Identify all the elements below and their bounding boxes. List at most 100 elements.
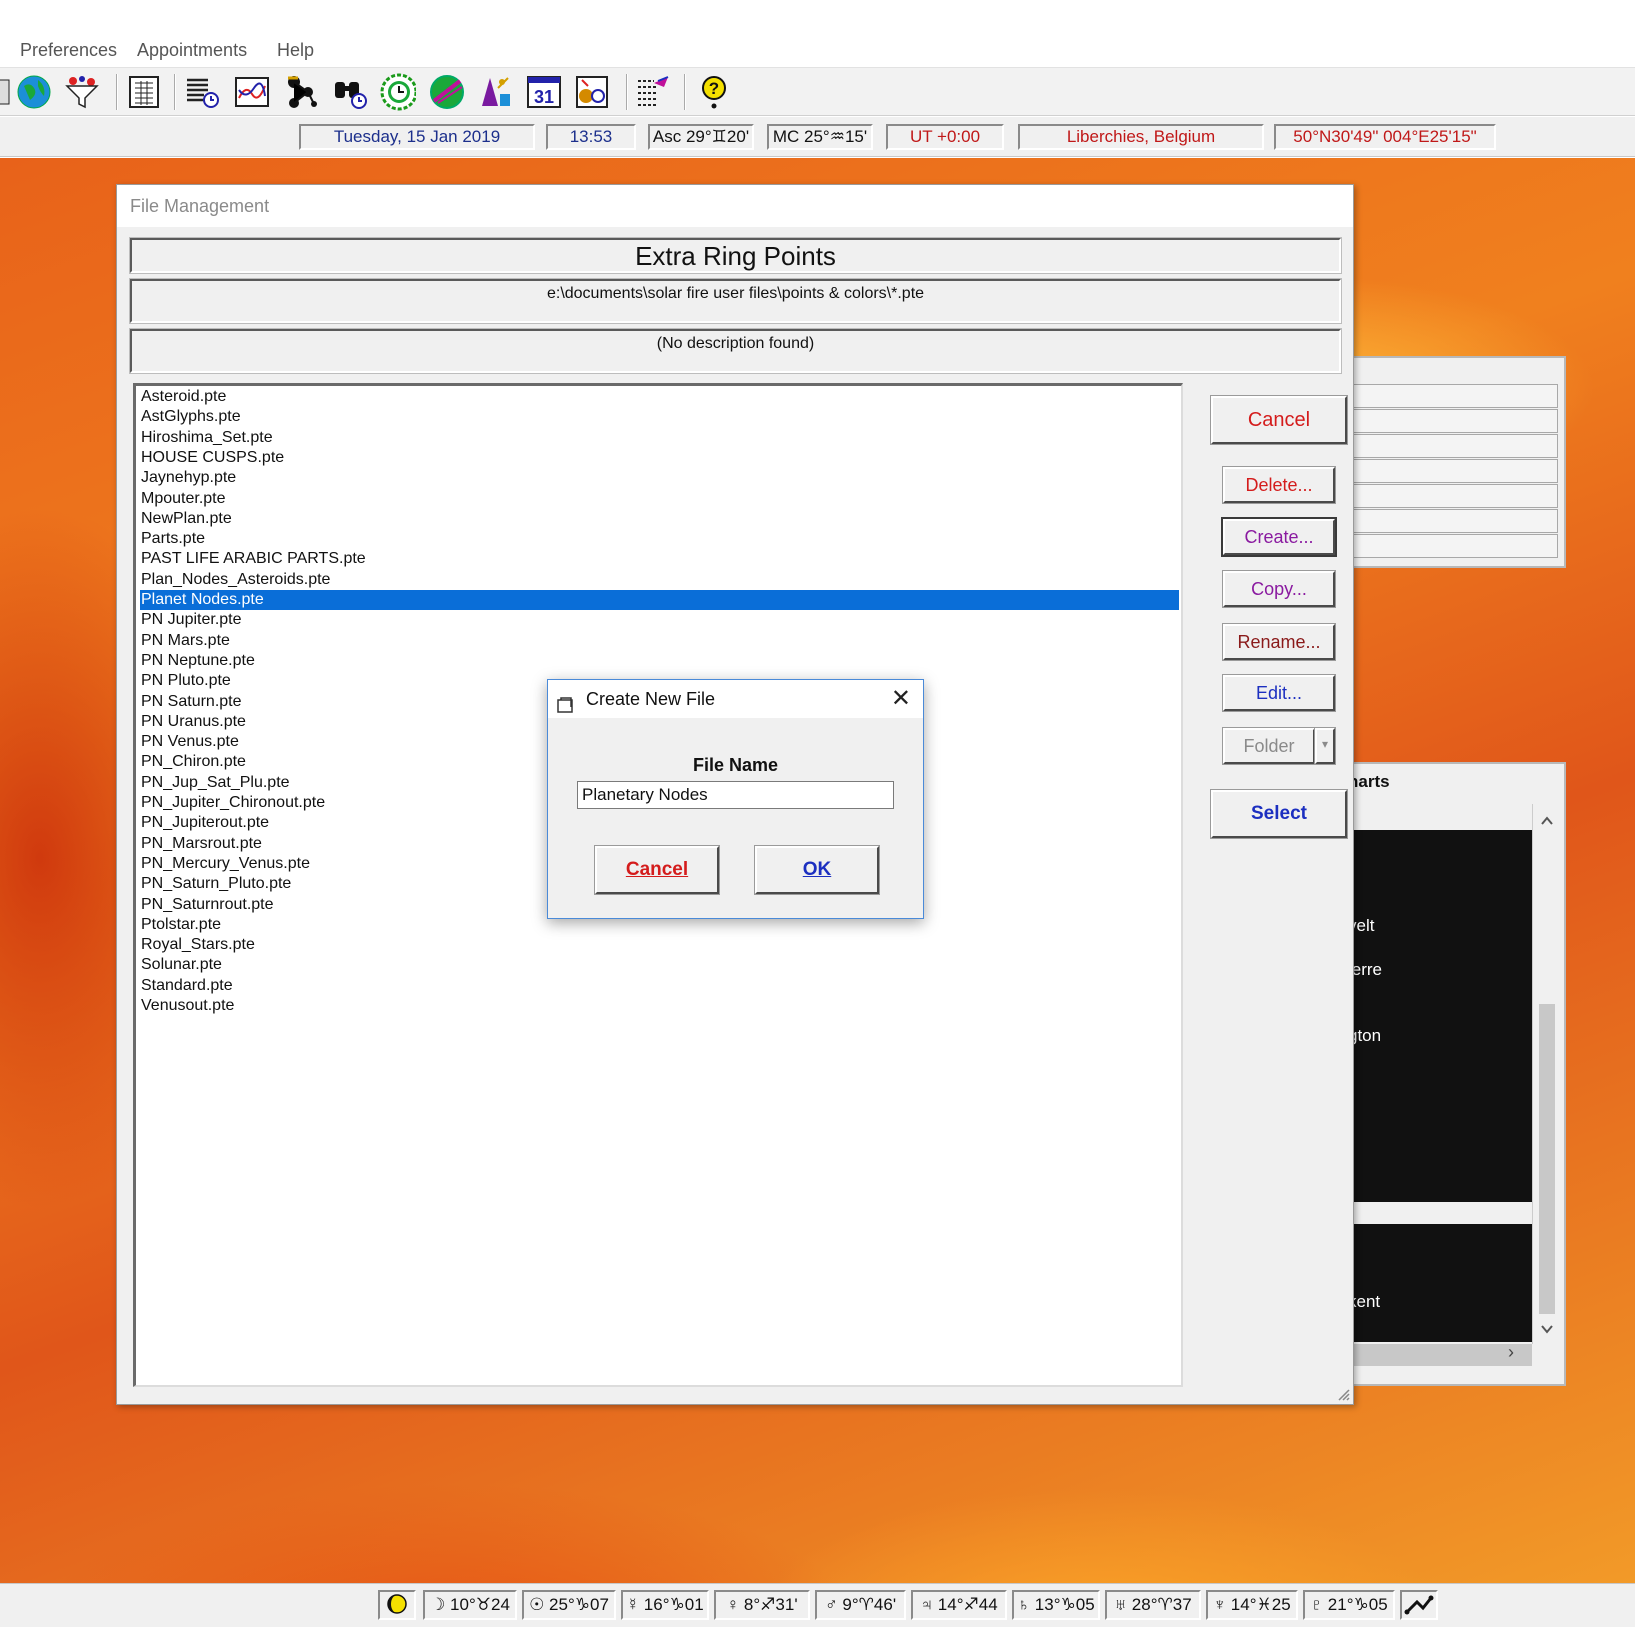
file-path: e:\documents\solar fire user files\point… xyxy=(129,278,1342,324)
mars-position[interactable]: ♂ 9°♈46' xyxy=(815,1590,906,1620)
app-icon xyxy=(556,690,576,728)
toolbar-separator xyxy=(174,74,176,110)
file-name-input[interactable] xyxy=(577,781,894,809)
binoculars-icon[interactable] xyxy=(332,74,368,110)
filter-icon[interactable] xyxy=(64,74,100,110)
ok-button[interactable]: OK xyxy=(754,845,880,895)
wizard-icon[interactable] xyxy=(478,74,514,110)
menu-bar: Preferences Appointments Help xyxy=(0,0,1635,68)
file-list-item[interactable]: NewPlan.pte xyxy=(140,509,1179,529)
create-button-label: Create... xyxy=(1244,527,1314,547)
chart-location[interactable]: Liberchies, Belgium xyxy=(1018,124,1264,150)
file-list-item[interactable]: Hiroshima_Set.pte xyxy=(140,428,1179,448)
file-list-item[interactable]: PN Jupiter.pte xyxy=(140,610,1179,630)
chart-date[interactable]: Tuesday, 15 Jan 2019 xyxy=(299,124,535,150)
timezone[interactable]: UT +0:00 xyxy=(886,124,1004,150)
panel-row xyxy=(1348,534,1558,558)
resize-grip-icon[interactable] xyxy=(1335,1386,1351,1402)
select-button-label: Select xyxy=(1251,803,1307,824)
menu-appointments[interactable]: Appointments xyxy=(137,40,247,61)
panel-row xyxy=(1348,434,1558,458)
select-button[interactable]: Select xyxy=(1210,789,1348,839)
moon-position[interactable]: ☽ 10°♉24 xyxy=(423,1590,517,1620)
file-list-item[interactable]: Jaynehyp.pte xyxy=(140,468,1179,488)
aspect-line-icon[interactable] xyxy=(1400,1590,1438,1620)
copy-button[interactable]: Copy... xyxy=(1222,570,1336,608)
close-icon[interactable]: ✕ xyxy=(891,680,911,718)
uranus-position[interactable]: ♅ 28°♈37 xyxy=(1105,1590,1201,1620)
file-list-item[interactable]: Plan_Nodes_Asteroids.pte xyxy=(140,570,1179,590)
file-list-item[interactable]: AstGlyphs.pte xyxy=(140,407,1179,427)
file-list-item[interactable]: PN Neptune.pte xyxy=(140,651,1179,671)
file-list-item[interactable]: Asteroid.pte xyxy=(140,387,1179,407)
toolbar-separator xyxy=(684,74,686,110)
graph-icon[interactable] xyxy=(234,74,270,110)
modal-cancel-label: Cancel xyxy=(625,859,689,880)
help-icon[interactable]: ? xyxy=(696,74,732,110)
folder-dropdown-button[interactable]: ▾ xyxy=(1314,727,1336,765)
charts-hscroll-thumb[interactable] xyxy=(1348,1344,1532,1366)
charts-list[interactable]: velt ierre gton xyxy=(1348,830,1532,1202)
spreadsheet-icon[interactable] xyxy=(126,74,162,110)
file-list-item[interactable]: Solunar.pte xyxy=(140,955,1179,975)
chart-time[interactable]: 13:53 xyxy=(546,124,636,150)
calc-icon[interactable] xyxy=(0,74,16,110)
copy-button-label: Copy... xyxy=(1251,579,1307,599)
chart-coordinates[interactable]: 50°N30'49" 004°E25'15" xyxy=(1274,124,1496,150)
file-list-item[interactable]: Parts.pte xyxy=(140,529,1179,549)
jupiter-position[interactable]: ♃ 14°♐44 xyxy=(911,1590,1007,1620)
file-list-item[interactable]: Royal_Stars.pte xyxy=(140,935,1179,955)
neptune-position[interactable]: ♆ 14°♓25 xyxy=(1206,1590,1298,1620)
delete-button-label: Delete... xyxy=(1245,475,1313,495)
listing-icon[interactable] xyxy=(184,74,220,110)
file-list-item[interactable]: PAST LIFE ARABIC PARTS.pte xyxy=(140,549,1179,569)
midheaven[interactable]: MC 25°♒15' xyxy=(767,124,873,150)
edit-button[interactable]: Edit... xyxy=(1222,674,1336,712)
charts-list-secondary[interactable]: kent xyxy=(1348,1224,1532,1342)
charts-panel: harts velt ierre gton kent › xyxy=(1346,762,1566,1386)
create-new-file-dialog: Create New File ✕ File Name Cancel OK xyxy=(547,679,924,919)
file-list-item[interactable]: Venusout.pte xyxy=(140,996,1179,1016)
modal-cancel-button[interactable]: Cancel xyxy=(594,845,720,895)
pluto-position[interactable]: ♇ 21°♑05 xyxy=(1303,1590,1395,1620)
dialog-title: File Management xyxy=(117,185,1353,227)
file-list-item[interactable]: Planet Nodes.pte xyxy=(140,590,1179,610)
help-icon-glyph: ? xyxy=(709,79,719,98)
menu-help[interactable]: Help xyxy=(277,40,314,61)
charts-scrollbar[interactable] xyxy=(1532,804,1562,1344)
globe-icon[interactable] xyxy=(16,74,52,110)
mercury-position[interactable]: ☿ 16°♑01 xyxy=(621,1590,709,1620)
pattern-icon[interactable] xyxy=(284,74,320,110)
folder-button[interactable]: Folder xyxy=(1222,727,1316,765)
print-icon[interactable] xyxy=(574,74,610,110)
panel-row xyxy=(1348,484,1558,508)
file-list-item[interactable]: Standard.pte xyxy=(140,976,1179,996)
folder-button-label: Folder xyxy=(1243,736,1295,756)
clock-icon[interactable] xyxy=(380,73,416,111)
ascendant[interactable]: Asc 29°♊20' xyxy=(648,124,754,150)
scroll-right-icon[interactable]: › xyxy=(1508,1342,1528,1366)
report-icon[interactable] xyxy=(634,74,670,110)
transit-icon[interactable] xyxy=(428,74,464,110)
charts-label: harts xyxy=(1348,772,1390,791)
file-list-item[interactable]: PN Mars.pte xyxy=(140,631,1179,651)
panel-row xyxy=(1348,384,1558,408)
panel-row xyxy=(1348,409,1558,433)
menu-preferences[interactable]: Preferences xyxy=(20,40,117,61)
edit-button-label: Edit... xyxy=(1255,683,1303,703)
file-list-item[interactable]: HOUSE CUSPS.pte xyxy=(140,448,1179,468)
modal-title: Create New File xyxy=(586,689,716,709)
calendar-icon[interactable]: 31 xyxy=(526,74,562,110)
sun-position[interactable]: ☉ 25°♑07 xyxy=(522,1590,616,1620)
delete-button[interactable]: Delete... xyxy=(1222,466,1336,504)
cancel-button[interactable]: Cancel xyxy=(1210,395,1348,445)
venus-position[interactable]: ♀ 8°♐31' xyxy=(714,1590,810,1620)
create-button[interactable]: Create... xyxy=(1221,517,1337,557)
rename-button-label: Rename... xyxy=(1237,632,1321,652)
rename-button[interactable]: Rename... xyxy=(1222,623,1336,661)
toolbar-separator xyxy=(116,74,118,110)
saturn-position[interactable]: ♄ 13°♑05 xyxy=(1012,1590,1100,1620)
file-list-item[interactable]: Mpouter.pte xyxy=(140,489,1179,509)
moon-phase-icon[interactable] xyxy=(378,1590,416,1620)
chart-info-bar: Tuesday, 15 Jan 2019 13:53 Asc 29°♊20' M… xyxy=(0,117,1635,157)
